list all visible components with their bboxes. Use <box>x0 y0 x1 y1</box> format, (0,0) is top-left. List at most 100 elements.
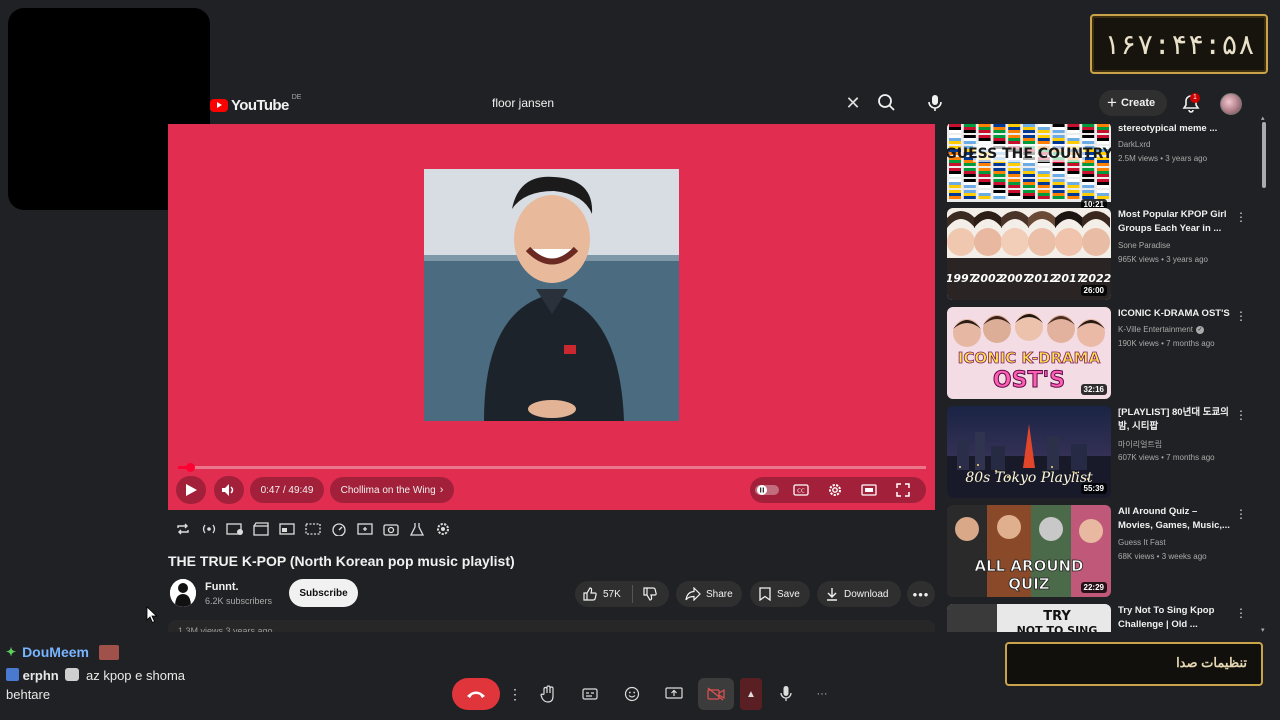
rec-menu-icon[interactable]: ⋮ <box>1235 210 1247 224</box>
channel-avatar[interactable] <box>170 579 196 607</box>
rec-channel-row[interactable]: K-Ville Entertainment ✓ <box>1118 325 1204 334</box>
fullscreen-icon[interactable] <box>886 477 920 503</box>
more-options-icon[interactable]: ··· <box>810 678 834 710</box>
youtube-logo[interactable]: YouTube DE <box>210 94 301 114</box>
microphone-toggle-icon[interactable] <box>768 678 804 710</box>
present-screen-icon[interactable] <box>656 678 692 710</box>
flag-stripe <box>1067 174 1080 177</box>
raise-hand-icon[interactable] <box>530 678 566 710</box>
flask-icon[interactable] <box>406 519 427 540</box>
flag-stripe <box>1052 193 1065 196</box>
theater-mode-icon[interactable] <box>852 477 886 503</box>
thumbs-down-icon <box>643 587 657 601</box>
flag-stripe <box>963 185 976 188</box>
captions-panel-icon[interactable] <box>572 678 608 710</box>
rec-thumbnail[interactable]: ALL AROUND QUIZ 22:29 <box>947 505 1111 597</box>
chapter-label: Chollima on the Wing <box>340 484 436 496</box>
add-frame-icon[interactable] <box>354 519 375 540</box>
rec-menu-icon[interactable]: ⋮ <box>1235 309 1247 323</box>
flag-stripe <box>1037 185 1050 188</box>
recommendation-item[interactable]: 80s Tokyo Playlist 55:39 [PLAYLIST] 80년대… <box>947 406 1257 500</box>
recommendation-item[interactable]: 1997 2002 2007 2012 2017 2022 26:00 Most… <box>947 208 1257 302</box>
sound-settings-button[interactable]: تنظیمات صدا <box>1005 642 1263 686</box>
flag-stripe <box>1097 163 1109 166</box>
recommendation-item[interactable]: GUESS THE COUNTRY 10:21 stereotypical me… <box>947 124 1257 216</box>
play-button[interactable] <box>176 476 206 504</box>
search-icon[interactable] <box>875 92 899 114</box>
description-box[interactable]: 1.3M views 3 years ago <box>168 620 935 632</box>
flag-stripe <box>1037 193 1050 196</box>
rec-menu-icon[interactable]: ⋮ <box>1235 408 1247 422</box>
settings-gear-icon[interactable] <box>818 477 852 503</box>
scroll-down-icon[interactable]: ▾ <box>1261 626 1265 634</box>
rec-thumbnail[interactable]: GUESS THE COUNTRY 10:21 <box>947 124 1111 214</box>
rec-channel[interactable]: Sone Paradise <box>1118 241 1170 250</box>
extension-settings-icon[interactable] <box>432 519 453 540</box>
channel-name[interactable]: Funnt. <box>205 581 239 593</box>
search-input[interactable] <box>480 89 872 117</box>
flag-stripe <box>1023 124 1035 127</box>
rec-thumbnail[interactable]: 1997 2002 2007 2012 2017 2022 26:00 <box>947 208 1111 300</box>
recommendations-scrollbar[interactable]: ▴ ▾ <box>1260 114 1268 634</box>
flag-stripe <box>1052 163 1065 166</box>
flag-stripe <box>1082 179 1095 182</box>
create-button[interactable]: + Create <box>1099 90 1167 116</box>
progress-track[interactable] <box>178 466 926 469</box>
broadcast-icon[interactable] <box>198 519 219 540</box>
rec-menu-icon[interactable]: ⋮ <box>1235 507 1247 521</box>
rec-meta: 68K views • 3 weeks ago <box>1118 552 1207 561</box>
camera-off-icon[interactable] <box>698 678 734 710</box>
download-button[interactable]: Download <box>817 581 901 607</box>
picture-in-picture-icon[interactable] <box>276 519 297 540</box>
flag-stripe <box>993 163 1006 166</box>
subscribe-button[interactable]: Subscribe <box>289 579 358 607</box>
flag-stripe <box>1037 127 1050 130</box>
clapperboard-icon[interactable] <box>250 519 271 540</box>
clear-search-icon[interactable]: ✕ <box>843 93 863 113</box>
rec-thumbnail[interactable]: ICONIC K-DRAMA OST'S 32:16 <box>947 307 1111 399</box>
rec-menu-icon[interactable]: ⋮ <box>1235 606 1247 620</box>
speed-gauge-icon[interactable] <box>328 519 349 540</box>
grid-icon[interactable] <box>302 519 323 540</box>
flag-stripe <box>1052 174 1065 177</box>
more-actions-button[interactable]: ••• <box>907 581 935 607</box>
save-button[interactable]: Save <box>750 581 810 607</box>
emoji-icon[interactable] <box>614 678 650 710</box>
flag-stripe <box>1067 190 1080 193</box>
recommendation-item[interactable]: ALL AROUND QUIZ 22:29 All Around Quiz – … <box>947 505 1257 599</box>
like-button[interactable]: 57K <box>575 585 633 603</box>
rec-thumbnail[interactable]: TRY NOT TO SING <box>947 604 1111 632</box>
autoplay-toggle[interactable] <box>750 477 784 503</box>
rec-thumbnail[interactable]: 80s Tokyo Playlist 55:39 <box>947 406 1111 498</box>
account-avatar[interactable] <box>1220 93 1242 115</box>
microphone-icon[interactable] <box>925 92 945 114</box>
share-button[interactable]: Share <box>676 581 742 607</box>
rec-meta: 607K views • 7 months ago <box>1118 453 1215 462</box>
loop-icon[interactable] <box>172 519 193 540</box>
end-call-button[interactable] <box>452 678 500 710</box>
recommendation-item[interactable]: ICONIC K-DRAMA OST'S 32:16 ICONIC K-DRAM… <box>947 307 1257 401</box>
captions-icon[interactable]: CC <box>784 477 818 503</box>
flag-stripe <box>1037 190 1050 193</box>
more-vertical-icon[interactable]: ⋮ <box>506 678 524 710</box>
recommendation-item[interactable]: TRY NOT TO SING Try Not To Sing Kpop Cha… <box>947 604 1257 632</box>
flag-stripe <box>963 179 976 182</box>
chapter-button[interactable]: Chollima on the Wing › <box>330 477 454 503</box>
dislike-button[interactable] <box>633 587 667 601</box>
rec-channel[interactable]: DarkLxrd <box>1118 140 1150 149</box>
screen-capture-icon[interactable] <box>224 519 245 540</box>
camera-icon[interactable] <box>380 519 401 540</box>
flag-stripe <box>963 190 976 193</box>
scrollbar-thumb[interactable] <box>1262 122 1266 188</box>
flag-stripe <box>963 168 976 171</box>
rec-channel[interactable]: Guess It Fast <box>1118 538 1166 547</box>
camera-options-chevron-icon[interactable]: ▲ <box>740 678 762 710</box>
flag-stripe <box>993 193 1006 196</box>
flag-stripe <box>963 138 976 141</box>
flag-stripe <box>1008 171 1021 174</box>
scroll-up-icon[interactable]: ▴ <box>1261 114 1265 122</box>
rec-channel[interactable]: 마이리얼트립 <box>1118 439 1162 450</box>
flag-stripe <box>949 141 961 144</box>
volume-button[interactable] <box>214 476 244 504</box>
progress-scrubber[interactable] <box>185 463 195 472</box>
